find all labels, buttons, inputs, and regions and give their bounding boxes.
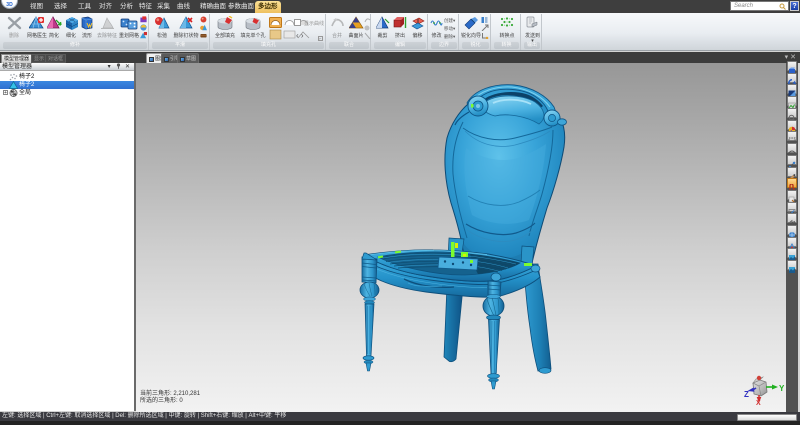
svg-text:Z: Z: [744, 390, 749, 399]
svg-text:X: X: [756, 400, 761, 406]
svg-text:Y: Y: [779, 384, 785, 393]
